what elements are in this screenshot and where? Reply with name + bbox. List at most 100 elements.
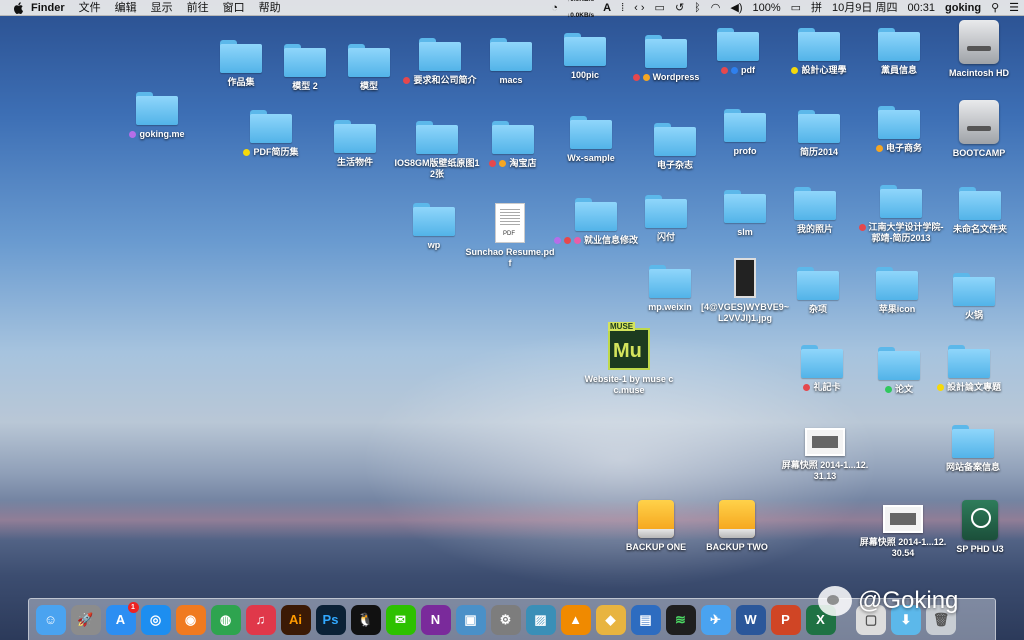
safari-icon[interactable]: ◎ [140,604,171,635]
desktop-item[interactable]: 电子商务 [854,106,944,154]
firefox-icon[interactable]: ◉ [175,604,206,635]
clock-time[interactable]: 00:31 [902,0,940,16]
dock-glyph: ☺ [43,612,58,627]
dock-glyph: N [430,612,441,627]
desktop-item[interactable]: BACKUP TWO [692,500,782,553]
spotlight-icon[interactable]: ⚲ [986,0,1004,16]
desktop-item[interactable]: 淘宝店 [468,121,558,169]
dock-glyph: ≋ [675,611,686,627]
folder-icon [798,110,840,143]
menu-edit[interactable]: 编辑 [108,0,144,16]
desktop-item[interactable]: goking.me [112,92,202,140]
desktop-item[interactable]: BOOTCAMP [934,100,1024,159]
wifi-icon[interactable]: ◠ [706,0,726,16]
preview-icon[interactable]: ▣ [455,604,486,635]
desktop-item[interactable]: BACKUP ONE [611,500,701,553]
desktop-item[interactable]: 設計心理學 [774,28,864,76]
system-preferences-icon[interactable]: ⚙ [490,604,521,635]
tag-orange-dot [499,160,507,167]
hard-drive-icon [959,20,999,64]
onenote-icon[interactable]: N [420,604,451,635]
text-status-icon[interactable]: A [598,0,616,16]
desktop-item[interactable]: 未命名文件夹 [935,187,1024,235]
folder-icon [284,44,326,77]
desktop-item[interactable]: 100pic [540,33,630,81]
pdf-file-icon [495,203,525,243]
folder-icon [878,347,920,380]
chrome-icon[interactable]: ◍ [210,604,241,635]
bluetooth-icon[interactable]: ᛒ [689,0,706,16]
airmail-icon[interactable]: ✈ [700,604,731,635]
desktop-item-text: 未命名文件夹 [952,224,1007,234]
code-status-icon[interactable]: ‹ › [629,0,649,16]
network-speed[interactable]: ↑0.0KB/s ↓0.0KB/s [563,0,598,24]
menu-go[interactable]: 前往 [180,0,216,16]
input-method[interactable]: 拼 [806,0,827,16]
keyboard-status-icon[interactable]: ▭ [650,0,670,16]
clock-date[interactable]: 10月9日 周四 [827,0,902,16]
sketch-icon[interactable]: ◆ [595,604,626,635]
app-store-icon[interactable]: A1 [105,601,139,635]
keynote-icon[interactable]: ▤ [630,604,661,635]
desktop-item[interactable]: Sunchao Resume.pdf [465,203,555,269]
desktop-item[interactable]: Mu Website-1 by muse cc.muse [584,322,674,396]
notification-center-icon[interactable]: ☰ [1004,0,1024,16]
time-machine-icon[interactable]: ↺ [670,0,689,16]
wechat-icon[interactable]: ✉ [385,604,416,635]
desktop-item[interactable]: 我的照片 [770,187,860,235]
desktop-item[interactable]: 屏幕快照 2014-1...12.31.13 [780,428,870,482]
desktop-item[interactable]: 网站备案信息 [928,425,1018,473]
desktop-item-text: 模型 [359,81,378,91]
desktop-item-label: goking.me [129,129,185,140]
folder-icon [570,116,612,149]
desktop-item[interactable]: pdf [693,28,783,76]
vlc-icon[interactable]: ▲ [560,604,591,635]
desktop-item[interactable]: PDF简历集 [226,110,316,158]
tag-yellow-dot [243,149,251,156]
battery-percent[interactable]: 100% [748,0,786,16]
desktop-item[interactable]: 简历2014 [774,110,864,158]
desktop-item[interactable]: SP PHD U3 [935,500,1024,555]
finder-icon[interactable]: ☺ [35,604,66,635]
menu-window[interactable]: 窗口 [216,0,252,16]
itunes-icon[interactable]: ♫ [245,604,276,635]
desktop-item-text: 我的照片 [796,224,833,234]
activity-monitor-icon[interactable]: ≋ [665,604,696,635]
desktop-item[interactable]: 闪付 [621,195,711,243]
desktop-item[interactable]: Macintosh HD [934,20,1024,79]
desktop-item[interactable]: 設計論文專題 [924,345,1014,393]
desktop-item[interactable]: Wx-sample [546,116,636,164]
desktop-item[interactable]: 黨員信息 [854,28,944,76]
dots-status-icon[interactable]: ⁞ [616,0,629,16]
photoshop-icon[interactable]: Ps [315,604,346,635]
desktop-item[interactable]: 火锅 [929,273,1019,321]
menu-file[interactable]: 文件 [72,0,108,16]
apple-icon[interactable] [12,1,24,15]
time-machine-drive-icon [962,500,998,540]
pie-status-icon[interactable]: ◔ [546,0,563,16]
desktop-item[interactable]: 生活物件 [310,120,400,168]
volume-icon[interactable]: ◀) [725,0,747,16]
desktop-item[interactable]: 杂项 [773,267,863,315]
powerpoint-icon[interactable]: P [770,604,801,635]
photo-icon[interactable]: ▨ [525,604,556,635]
desktop-item-text: 生活物件 [336,157,373,167]
desktop-item-label: 黨員信息 [881,65,917,76]
desktop-item-text: BOOTCAMP [952,148,1006,158]
launchpad-icon[interactable]: 🚀 [70,604,101,635]
folder-icon [250,110,292,143]
desktop-item[interactable]: 江南大学设计学院-郭靖-简历2013 [856,185,946,244]
desktop-item-text: SP PHD U3 [956,544,1004,554]
folder-icon [959,187,1001,220]
desktop-item-label: BOOTCAMP [953,148,1006,159]
menu-help[interactable]: 帮助 [252,0,288,16]
desktop-item-text: 設計心理學 [801,65,847,75]
desktop-item-label: Website-1 by muse cc.muse [584,374,674,396]
user-menu[interactable]: goking [940,0,986,16]
menu-view[interactable]: 显示 [144,0,180,16]
word-icon[interactable]: W [735,604,766,635]
qq-icon[interactable]: 🐧 [350,604,381,635]
menu-app-finder[interactable]: Finder [24,0,72,16]
battery-icon[interactable]: ▭ [786,0,806,16]
illustrator-icon[interactable]: Ai [280,604,311,635]
